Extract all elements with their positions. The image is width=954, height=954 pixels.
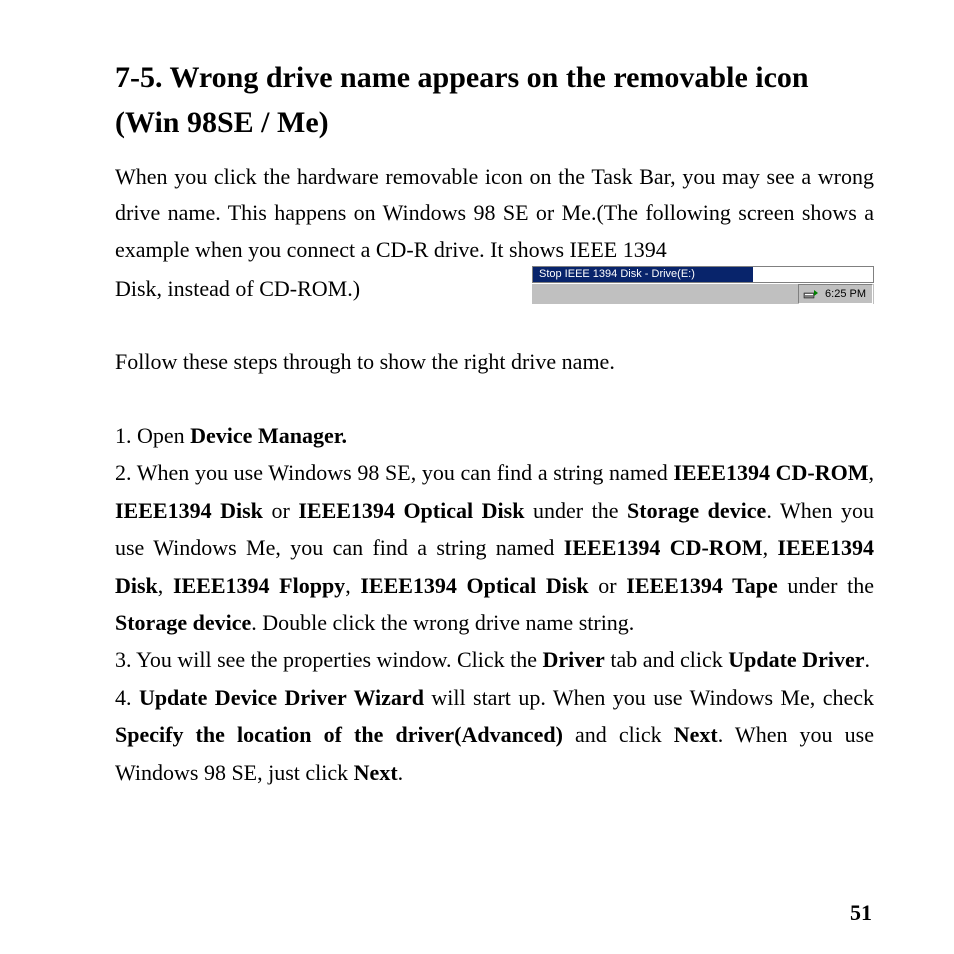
tray-popup-item[interactable]: Stop IEEE 1394 Disk - Drive(E:) xyxy=(533,267,753,282)
t: 4. xyxy=(115,685,139,710)
intro-paragraph-2: Disk, instead of CD-ROM.) xyxy=(115,272,360,305)
step-3: 3. You will see the properties window. C… xyxy=(115,641,874,678)
page-number: 51 xyxy=(850,900,872,926)
t: , xyxy=(158,573,173,598)
step1-bold: Device Manager. xyxy=(190,423,347,448)
t: IEEE1394 CD-ROM xyxy=(564,535,763,560)
t: . Double click the wrong drive name stri… xyxy=(251,610,634,635)
t: under the xyxy=(524,498,627,523)
tray-popup-menu[interactable]: Stop IEEE 1394 Disk - Drive(E:) xyxy=(532,266,874,283)
step-4: 4. Update Device Driver Wizard will star… xyxy=(115,679,874,791)
t: , xyxy=(345,573,360,598)
t: IEEE1394 Optical Disk xyxy=(360,573,588,598)
eject-hardware-icon[interactable] xyxy=(803,287,819,301)
step1-text: 1. Open xyxy=(115,423,190,448)
follow-line: Follow these steps through to show the r… xyxy=(115,344,874,379)
t: Specify the location of the driver(Advan… xyxy=(115,722,563,747)
t: or xyxy=(263,498,298,523)
t: Update Device Driver Wizard xyxy=(139,685,424,710)
t: , xyxy=(763,535,778,560)
t: . xyxy=(864,647,870,672)
t: Next xyxy=(674,722,718,747)
t: 2. When you use Windows 98 SE, you can f… xyxy=(115,460,673,485)
step-2: 2. When you use Windows 98 SE, you can f… xyxy=(115,454,874,641)
document-page: 7-5. Wrong drive name appears on the rem… xyxy=(0,0,954,954)
tray-clock: 6:25 PM xyxy=(825,288,868,300)
t: under the xyxy=(778,573,874,598)
taskbar: 6:25 PM xyxy=(532,283,874,304)
step-1: 1. Open Device Manager. xyxy=(115,417,874,454)
steps-block: 1. Open Device Manager. 2. When you use … xyxy=(115,417,874,791)
t: 3. You will see the properties window. C… xyxy=(115,647,543,672)
taskbar-figure: Stop IEEE 1394 Disk - Drive(E:) 6:25 PM xyxy=(532,266,874,304)
t: Storage device xyxy=(115,610,251,635)
t: Update Driver xyxy=(728,647,864,672)
intro-paragraph-1: When you click the hardware removable ic… xyxy=(115,159,874,268)
t: Driver xyxy=(543,647,605,672)
t: IEEE1394 Disk xyxy=(115,498,263,523)
t: Storage device xyxy=(627,498,766,523)
intro-last-row: Disk, instead of CD-ROM.) Stop IEEE 1394… xyxy=(115,270,874,312)
t: tab and click xyxy=(605,647,728,672)
system-tray: 6:25 PM xyxy=(798,284,873,304)
t: will start up. When you use Windows Me, … xyxy=(424,685,874,710)
t: IEEE1394 Floppy xyxy=(173,573,345,598)
t: and click xyxy=(563,722,674,747)
t: . xyxy=(398,760,404,785)
t: IEEE1394 Optical Disk xyxy=(298,498,524,523)
t: IEEE1394 CD-ROM xyxy=(673,460,868,485)
section-heading: 7-5. Wrong drive name appears on the rem… xyxy=(115,55,874,145)
t: , xyxy=(869,460,875,485)
t: Next xyxy=(354,760,398,785)
t: IEEE1394 Tape xyxy=(626,573,777,598)
t: or xyxy=(589,573,627,598)
